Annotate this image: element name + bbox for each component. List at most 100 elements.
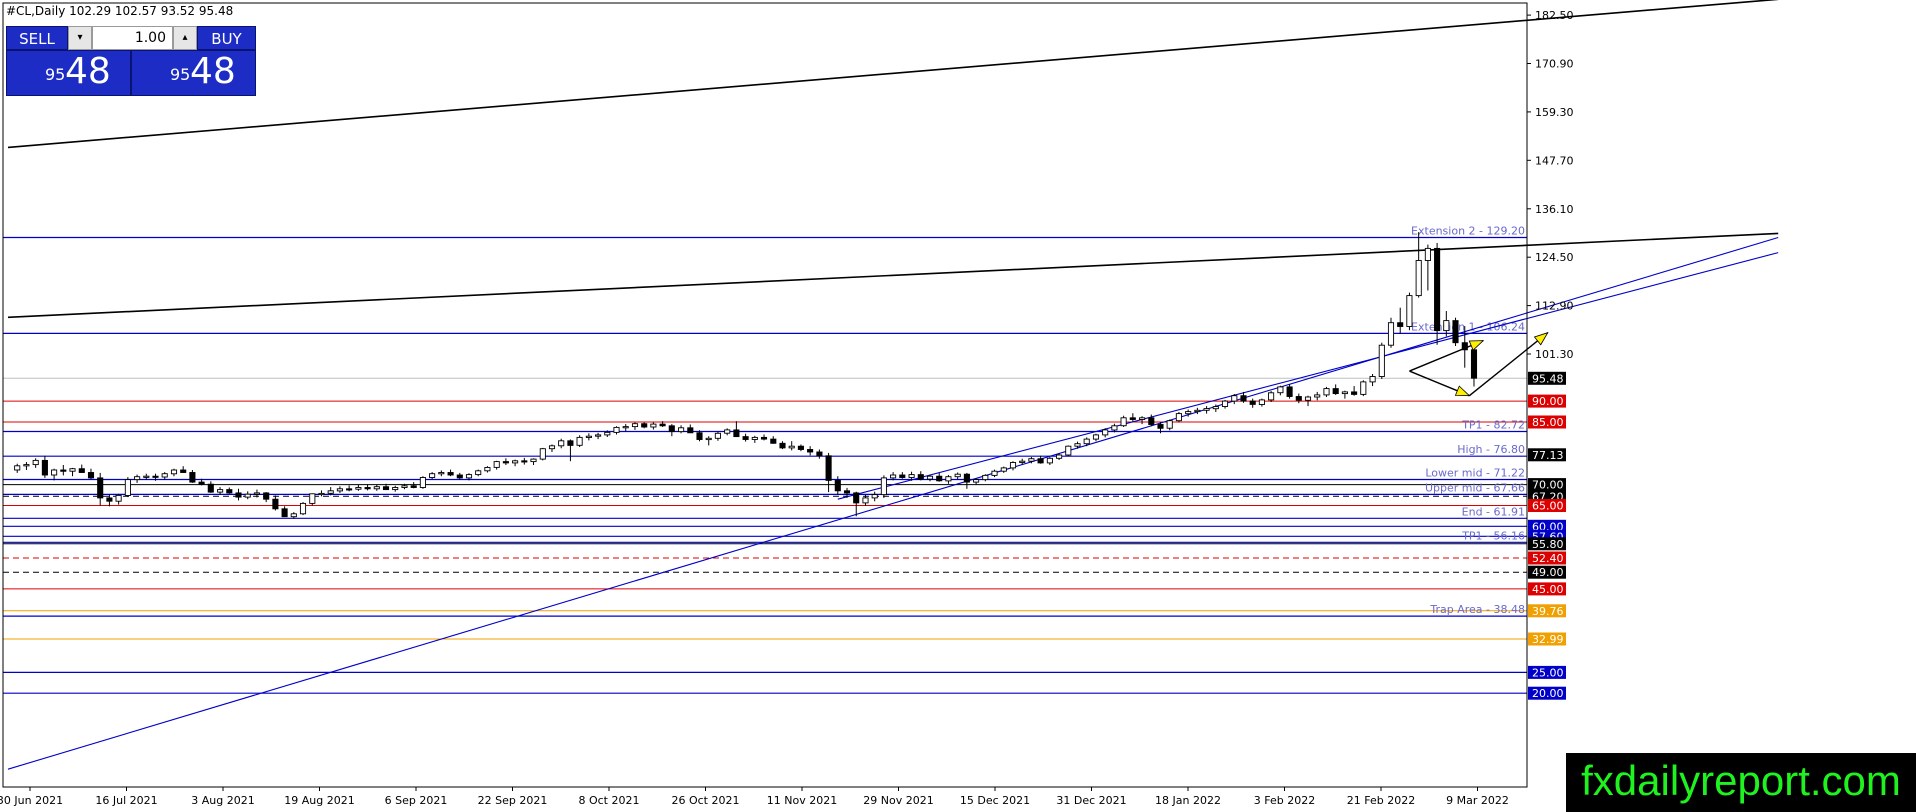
candle-bearish <box>97 477 104 499</box>
candle-bullish <box>1120 417 1127 427</box>
price-chart[interactable]: Extension 2 - 129.20 Extension 1 - 106.24… <box>0 0 1916 812</box>
y-tick-label: 101.30 <box>1535 348 1574 361</box>
candle-bullish <box>475 470 482 476</box>
candle-bullish <box>23 464 30 467</box>
one-click-trade-panel: SELL ▾ 1.00 ▴ BUY 95 48 95 48 <box>6 26 256 96</box>
candle-bearish <box>456 474 463 479</box>
candle-bullish <box>871 494 878 499</box>
candle-bullish <box>714 432 721 439</box>
x-tick-label: 29 Nov 2021 <box>863 794 933 807</box>
y-tick-label: 159.30 <box>1535 106 1574 119</box>
sell-price-button[interactable]: 95 48 <box>6 50 131 96</box>
x-tick-label: 26 Oct 2021 <box>671 794 739 807</box>
candle-bearish <box>180 469 187 473</box>
candle-bullish <box>926 475 934 480</box>
candle-bearish <box>189 472 196 483</box>
candle-bullish <box>1166 420 1173 429</box>
price-tag-label: 45.00 <box>1532 583 1564 596</box>
arrow-head <box>1468 340 1485 351</box>
candle-bullish <box>945 476 952 482</box>
x-tick-label: 9 Mar 2022 <box>1446 794 1509 807</box>
candle-bullish <box>1268 392 1275 401</box>
candle-bullish <box>1074 443 1081 447</box>
level-label: Trap Area - 38.48 <box>1429 603 1525 616</box>
candle-bearish <box>567 440 574 446</box>
candle-bearish <box>198 481 205 485</box>
candle-bearish <box>668 425 675 433</box>
candle-bearish <box>1470 349 1478 379</box>
candle-bearish <box>346 488 353 491</box>
candle-bullish <box>217 489 224 493</box>
horizontal-levels: Extension 2 - 129.20 Extension 1 - 106.24… <box>3 225 1527 694</box>
candle-bullish <box>1009 462 1017 469</box>
x-tick-label: 15 Dec 2021 <box>960 794 1030 807</box>
candle-bearish <box>410 485 417 488</box>
candle-bullish <box>576 436 583 446</box>
buy-price-small: 95 <box>170 65 191 84</box>
price-tag-label: 55.80 <box>1532 538 1564 551</box>
candle-bullish <box>1443 320 1450 332</box>
buy-button[interactable]: BUY <box>197 26 256 50</box>
trendline <box>7 232 1779 319</box>
lot-decrease-button[interactable]: ▾ <box>68 26 92 50</box>
candle-bearish <box>843 490 851 494</box>
candle-bullish <box>134 476 141 481</box>
x-tick-label: 11 Nov 2021 <box>767 794 837 807</box>
candle-bullish <box>530 458 537 463</box>
candle-bullish <box>143 475 150 478</box>
candle-bearish <box>1351 391 1358 395</box>
candle-bearish <box>87 472 95 479</box>
level-label: End - 61.91 <box>1462 505 1525 518</box>
candle-bullish <box>1323 388 1330 396</box>
candle-bullish <box>751 436 758 440</box>
candle-bearish <box>742 436 749 440</box>
x-tick-label: 19 Aug 2021 <box>284 794 354 807</box>
candle-bearish <box>521 460 528 463</box>
candle-bullish <box>392 487 399 491</box>
candle-bullish <box>1231 395 1238 402</box>
candle-bullish <box>1046 457 1053 464</box>
candle-bearish <box>1157 424 1164 429</box>
candle-bullish <box>631 423 639 428</box>
candle-bullish <box>14 465 21 471</box>
x-tick-label: 8 Oct 2021 <box>578 794 639 807</box>
candle-bullish <box>705 437 712 441</box>
candle-bullish <box>51 469 58 476</box>
candle-bullish <box>604 431 611 436</box>
lot-size-input[interactable]: 1.00 <box>92 26 173 50</box>
candle-bullish <box>161 473 168 478</box>
candle-bearish <box>207 483 214 493</box>
candle-bullish <box>465 474 473 479</box>
lot-increase-button[interactable]: ▴ <box>173 26 197 50</box>
candle-bullish <box>724 429 731 434</box>
y-tick-label: 112.90 <box>1535 300 1574 313</box>
candle-bearish <box>1434 247 1441 332</box>
trendline <box>837 252 1779 500</box>
candle-bullish <box>336 488 343 492</box>
candle-bullish <box>1424 247 1431 261</box>
candle-bearish <box>687 427 694 434</box>
candle-bullish <box>32 459 39 466</box>
level-label: Extension 1 - 106.24 <box>1411 320 1525 333</box>
candle-bullish <box>512 460 519 464</box>
candle-bearish <box>235 492 242 498</box>
candle-bullish <box>115 494 122 502</box>
sell-button[interactable]: SELL <box>6 26 68 50</box>
price-tag-label: 39.76 <box>1532 605 1564 618</box>
candle-bullish <box>327 490 334 494</box>
candle-bearish <box>1037 458 1044 464</box>
candle-bullish <box>595 434 602 437</box>
candle-bullish <box>244 493 251 498</box>
candle-bullish <box>973 479 980 483</box>
candle-bullish <box>622 426 629 429</box>
candle-bullish <box>788 445 795 449</box>
x-tick-label: 16 Jul 2021 <box>95 794 157 807</box>
candle-bullish <box>290 513 297 518</box>
candle-bullish <box>548 445 556 450</box>
level-label: TP1 - 82.72 <box>1461 419 1525 432</box>
level-label: Extension 2 - 129.20 <box>1411 225 1525 238</box>
buy-price-button[interactable]: 95 48 <box>131 50 256 96</box>
price-tag-label: 65.00 <box>1532 500 1564 513</box>
candle-bullish <box>1415 260 1422 297</box>
candle-bullish <box>1102 429 1109 436</box>
